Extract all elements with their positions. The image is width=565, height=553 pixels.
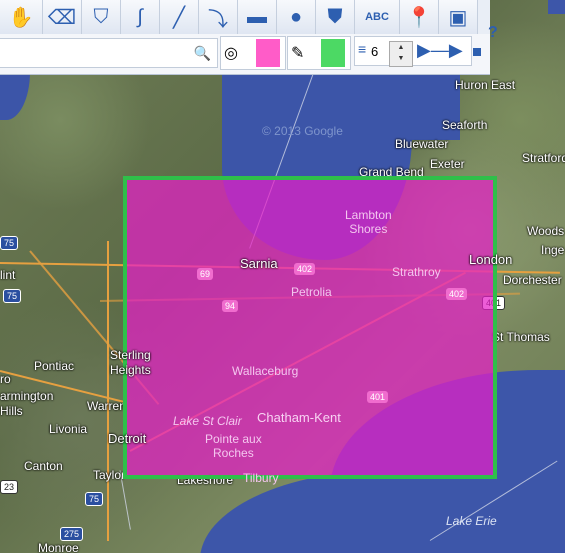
city-pointe-aux-roches: Pointe aux Roches [205,432,262,460]
city-petrolia: Petrolia [291,285,332,299]
help-button[interactable]: ? [488,24,502,42]
city-london: London [469,252,513,267]
marker-tool-button[interactable]: 📍 [400,0,439,34]
map-pin-icon: 📍 [406,6,432,29]
line-width-stepper[interactable]: ▲ ▼ [389,41,413,67]
interstate-275-shield: 275 [60,527,84,541]
fill-tool-button[interactable]: ⛉ [82,0,121,34]
city-warren: Warren [87,399,126,413]
city-st-thomas: St Thomas [492,330,550,344]
interstate-75-shield: 75 [0,236,19,250]
small-square-icon[interactable] [473,48,481,56]
highway-402-shield: 402 [294,263,316,275]
drawn-rectangle-overlay[interactable] [123,176,497,479]
city-taylor: Taylor [93,468,126,482]
city-chatham-kent: Chatham-Kent [257,410,341,425]
arc-tool-button[interactable]: ⤵ [199,0,238,34]
circle-icon: ● [289,5,303,28]
drawing-toolbar: ✋ ⌫ ⛉ ∫ ╱ ⤵ ▬ ● ⛊ ABC 📍 ▣ [0,0,490,35]
city-exeter: Exeter [430,157,465,171]
freehand-icon: ∫ [137,5,143,28]
water-corner [548,0,565,14]
city-sarnia: Sarnia [240,256,278,271]
polygon-tool-button[interactable]: ⛊ [316,0,355,34]
interstate-75-shield: 75 [85,492,104,506]
arrow-style-icon[interactable]: ▶―▶ [417,40,463,61]
city-woods: Woods [527,224,565,238]
city-lambton-shores: Lambton Shores [345,208,392,236]
highway-401-shield: 401 [367,391,389,403]
text-abc-icon: ABC [365,11,389,23]
search-input[interactable] [4,39,198,67]
image-tool-button[interactable]: ▣ [439,0,478,34]
city-flint: lint [0,268,16,282]
city-huron-east: Huron East [455,78,516,92]
eraser-icon: ⌫ [47,6,77,29]
lake-erie-label: Lake Erie [446,514,497,528]
hand-icon: ✋ [8,6,34,29]
interstate-75-shield: 75 [3,289,22,303]
map-copyright: © 2013 Google [262,124,343,138]
rectangle-icon: ▬ [247,5,267,28]
lake-st-clair-label: Lake St Clair [173,414,242,428]
text-tool-button[interactable]: ABC [355,0,400,34]
fill-color-swatch[interactable] [256,39,280,67]
interstate-69-shield: 69 [197,268,214,280]
city-dorchester: Dorchester [503,273,562,287]
map-canvas[interactable]: Huron East Seaforth Bluewater Exeter Str… [0,0,565,553]
line-tool-button[interactable]: ╱ [160,0,199,34]
polygon-icon: ⛊ [327,5,343,28]
circle-tool-button[interactable]: ● [277,0,316,34]
freehand-tool-button[interactable]: ∫ [121,0,160,34]
city-sterling-heights: Sterling Heights [110,348,151,377]
image-icon: ▣ [448,6,468,29]
line-width-icon: ≡ [358,41,367,57]
search-icon[interactable]: 🔍 [194,45,211,62]
interstate-94-shield: 94 [222,300,239,312]
city-livonia: Livonia [49,422,88,436]
city-pontiac: Pontiac [34,359,75,373]
city-seaforth: Seaforth [442,118,488,132]
pan-tool-button[interactable]: ✋ [0,0,43,34]
city-canton: Canton [24,459,63,473]
rectangle-tool-button[interactable]: ▬ [238,0,277,34]
eraser-tool-button[interactable]: ⌫ [43,0,82,34]
city-wallaceburg: Wallaceburg [232,364,299,378]
line-icon: ╱ [172,6,186,29]
line-width-value: 6 [371,44,379,59]
city-inge: Inge [541,243,565,257]
interstate-75 [107,241,109,541]
search-box: 🔍 [0,38,218,68]
city-ro: ro [0,372,11,386]
route-23-shield: 23 [0,480,19,494]
paint-bucket-icon: ⛉ [93,5,109,28]
city-detroit: Detroit [108,431,147,446]
line-color-group: ✎ [287,36,351,70]
city-tilbury: Tilbury [243,471,279,485]
line-color-swatch[interactable] [321,39,345,67]
color-wheel-pencil-icon[interactable]: ✎ [291,43,304,63]
highway-402-shield: 402 [446,288,468,300]
city-monroe: Monroe [38,541,79,553]
city-stratford: Stratford [522,151,565,165]
fill-color-group: ◎ [220,36,286,70]
options-toolbar: 🔍 ◎ ✎ ≡ 6 ▲ ▼ ▶―▶ [0,34,490,75]
city-strathroy: Strathroy [392,265,441,279]
line-width-group: ≡ 6 ▲ ▼ ▶―▶ [354,36,472,67]
city-bluewater: Bluewater [395,137,449,151]
city-farmington-hills: armington Hills [0,389,54,418]
arc-arrow-icon: ⤵ [208,8,228,31]
color-wheel-bucket-icon[interactable]: ◎ [224,43,238,63]
